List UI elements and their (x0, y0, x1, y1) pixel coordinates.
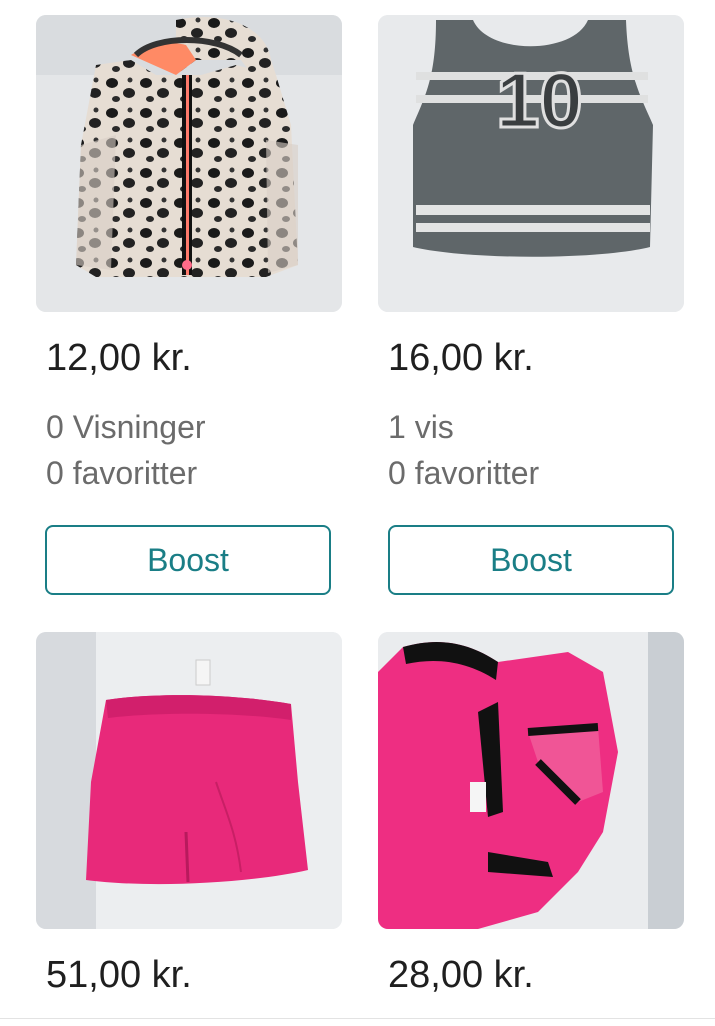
pink-skirt-photo[interactable] (36, 632, 342, 929)
price: 51,00 kr. (46, 954, 192, 996)
price: 12,00 kr. (46, 337, 192, 379)
views-count: 0 Visninger (46, 409, 206, 445)
product-image (378, 632, 684, 929)
divider (0, 1018, 715, 1019)
product-image (36, 632, 342, 929)
price: 16,00 kr. (388, 337, 534, 379)
product-image: 10 (378, 15, 684, 312)
svg-text:10: 10 (496, 56, 583, 144)
pink-black-top-photo[interactable] (378, 632, 684, 929)
leopard-print-vest-photo[interactable] (36, 15, 342, 312)
price: 28,00 kr. (388, 954, 534, 996)
views-count: 1 vis (388, 409, 454, 445)
favorites-count: 0 favoritter (388, 455, 540, 491)
favorites-count: 0 favoritter (46, 455, 198, 491)
product-image (36, 15, 342, 312)
boost-button[interactable]: Boost (388, 525, 674, 595)
boost-button[interactable]: Boost (45, 525, 331, 595)
grey-number-10-tank-top-photo[interactable]: 10 (378, 15, 684, 312)
